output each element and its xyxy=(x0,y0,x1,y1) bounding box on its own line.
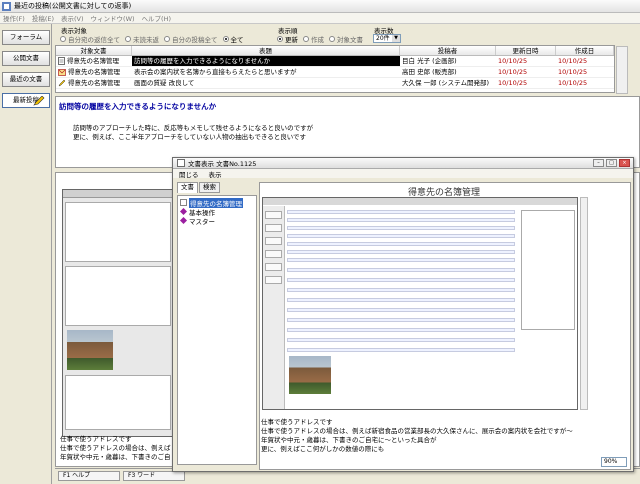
lower-text-line: 仕事で使うアドレスの場合は、例えば xyxy=(60,444,171,452)
row-title-cell: 表示会の案内状を名簿から直接もらえたらと思いますが xyxy=(134,68,297,76)
row-title-cell: 訪問等の履歴を入力できるようになりませんか xyxy=(132,56,400,66)
zoom-select[interactable]: 90% xyxy=(601,457,627,467)
col-header-title[interactable]: 表題 xyxy=(132,46,400,55)
target-radio-mine[interactable]: 自分の投稿全て xyxy=(164,34,218,44)
diamond-icon xyxy=(180,208,187,215)
menu-window[interactable]: ウィンドウ(W) xyxy=(91,13,135,23)
order-radio-created[interactable]: 作成 xyxy=(303,34,324,44)
table-scrollbar[interactable] xyxy=(616,46,628,94)
menu-help[interactable]: ヘルプ(H) xyxy=(142,13,171,23)
post-body-line: 更に、例えば、ここ半年アプローチをしていない人物の抽出もできると良いです xyxy=(73,133,307,141)
f3-word-button[interactable]: F3 ワード xyxy=(123,470,185,481)
order-radio-target-doc[interactable]: 対象文書 xyxy=(329,34,363,44)
title-bar: 最近の投稿(公開文書に対しての返事) xyxy=(0,0,640,13)
nav-forum-button[interactable]: フォーラム xyxy=(2,30,50,45)
document-viewer-dialog: 文書表示 文書No.1125 – □ × 開じる 表示 文書 検索 得意先の名簿… xyxy=(172,157,634,472)
document-text-line: 更に、例えばここ何がしかの数値の際にも xyxy=(261,445,385,453)
pencil-icon xyxy=(58,79,66,87)
dialog-window-buttons: – □ × xyxy=(591,159,630,167)
row-doc-cell: 得意先の名簿管理 xyxy=(56,67,132,77)
thumbnail-toolbar xyxy=(63,190,173,198)
app-icon xyxy=(2,1,11,11)
house-photo xyxy=(289,356,331,394)
tree-item-master[interactable]: マスター xyxy=(180,216,254,226)
document-text-line: 仕事で使うアドレスの場合は、例えば新宿食品の営業部長の大久保さんに、展示会の案内… xyxy=(261,427,573,435)
row-created-cell: 10/10/25 xyxy=(558,57,588,65)
close-icon[interactable]: × xyxy=(619,159,630,167)
tab-search[interactable]: 検索 xyxy=(199,182,220,193)
nav-recent-docs-button[interactable]: 最近の文書 xyxy=(2,72,50,87)
page-icon xyxy=(180,199,187,206)
left-nav: フォーラム 公開文書 最近の文書 最新投稿 xyxy=(0,24,52,484)
lower-text-line: 年賀状や中元・歳暮は、下書きのご自 xyxy=(60,453,171,461)
table-header: 対象文書 表題 投稿者 更新日時 作成日 xyxy=(56,46,614,56)
document-thumbnail xyxy=(62,189,174,437)
target-radio-all[interactable]: 全て xyxy=(222,34,244,44)
document-tree: 得意先の名簿管理 基本操作 マスター xyxy=(177,195,257,465)
menu-post[interactable]: 投稿(E) xyxy=(32,13,54,23)
minimize-icon[interactable]: – xyxy=(593,159,604,167)
document-icon xyxy=(177,159,185,167)
document-screenshot xyxy=(262,197,578,410)
col-header-created[interactable]: 作成日 xyxy=(556,46,614,55)
dialog-menu-view[interactable]: 表示 xyxy=(209,169,222,179)
row-created-cell: 10/10/25 xyxy=(558,68,588,76)
nav-public-docs-button[interactable]: 公開文書 xyxy=(2,51,50,66)
dialog-title: 文書表示 文書No.1125 xyxy=(188,160,257,168)
row-author-cell: 目白 光子 (企画部) xyxy=(402,57,457,65)
col-header-updated[interactable]: 更新日時 xyxy=(496,46,556,55)
col-header-author[interactable]: 投稿者 xyxy=(400,46,496,55)
target-radio-unread[interactable]: 未読未返 xyxy=(125,34,159,44)
row-created-cell: 10/10/25 xyxy=(558,79,588,87)
table-row[interactable]: 得意先の名簿管理 表示会の案内状を名簿から直接もらえたらと思いますが 高田 史郎… xyxy=(56,67,614,78)
row-author-cell: 大久保 一郎 (システム開発部) xyxy=(402,79,490,87)
table-row[interactable]: 得意先の名簿管理 訪問等の履歴を入力できるようになりませんか 目白 光子 (企画… xyxy=(56,56,614,67)
row-title-cell: 画面の質疑 改良して xyxy=(134,79,195,87)
col-header-doc[interactable]: 対象文書 xyxy=(56,46,132,55)
nav-latest-posts-button[interactable]: 最新投稿 xyxy=(2,93,50,108)
window-title: 最近の投稿(公開文書に対しての返事) xyxy=(14,2,132,10)
thumbnail-form xyxy=(65,375,171,430)
side-panel xyxy=(521,210,575,330)
thumbnail-form xyxy=(65,266,171,326)
mail-icon xyxy=(58,68,66,76)
document-scrollbar[interactable] xyxy=(580,197,588,410)
row-doc-cell: 得意先の名簿管理 xyxy=(56,78,132,88)
row-updated-cell: 10/10/25 xyxy=(498,79,528,87)
maximize-icon[interactable]: □ xyxy=(606,159,617,167)
document-text-line: 仕事で使うアドレスです xyxy=(261,418,333,426)
row-author-cell: 高田 史郎 (販売部) xyxy=(402,68,457,76)
dialog-title-bar: 文書表示 文書No.1125 – □ × xyxy=(173,158,633,169)
post-body: 訪問等のアプローチした時に、反応等もメモして残せるようになると良いのですが 更に… xyxy=(73,124,636,142)
house-photo xyxy=(67,330,113,370)
post-body-line: 訪問等のアプローチした時に、反応等もメモして残せるようになると良いのですが xyxy=(73,124,314,132)
lower-text: 仕事で使うアドレスです 仕事で使うアドレスの場合は、例えば 年賀状や中元・歳暮は… xyxy=(60,435,171,462)
order-radio-updated[interactable]: 更新 xyxy=(277,34,298,44)
tab-document[interactable]: 文書 xyxy=(177,182,198,193)
table-row[interactable]: 得意先の名簿管理 画面の質疑 改良して 大久保 一郎 (システム開発部) 10/… xyxy=(56,78,614,89)
posts-table: 対象文書 表題 投稿者 更新日時 作成日 得意先の名簿管理 訪問等の履歴を入力で… xyxy=(55,45,628,94)
row-updated-cell: 10/10/25 xyxy=(498,68,528,76)
target-radio-replies[interactable]: 自分宛の返信全て xyxy=(60,34,120,44)
menu-operate[interactable]: 操作(F) xyxy=(3,13,25,23)
document-icon xyxy=(58,57,65,65)
pencil-icon xyxy=(33,96,45,106)
main-window: 最近の投稿(公開文書に対しての返事) 操作(F) 投稿(E) 表示(V) ウィン… xyxy=(0,0,640,484)
dialog-tabs: 文書 検索 xyxy=(177,182,257,194)
filter-bar: 表示対象 自分宛の返信全て 未読未返 自分の投稿全て 全て 表示順 更新 作成 … xyxy=(55,24,640,44)
count-select[interactable]: 20件 xyxy=(373,34,401,43)
document-text: 仕事で使うアドレスです 仕事で使うアドレスの場合は、例えば新宿食品の営業部長の大… xyxy=(259,418,629,454)
menu-bar: 操作(F) 投稿(E) 表示(V) ウィンドウ(W) ヘルプ(H) xyxy=(0,13,640,24)
post-subject: 訪問等の履歴を入力できるようになりませんか xyxy=(59,102,217,111)
f1-help-button[interactable]: F1 ヘルプ xyxy=(58,470,120,481)
menu-view[interactable]: 表示(V) xyxy=(61,13,84,23)
lower-text-line: 仕事で使うアドレスです xyxy=(60,435,132,443)
thumbnail-form xyxy=(65,202,171,262)
row-updated-cell: 10/10/25 xyxy=(498,57,528,65)
diamond-icon xyxy=(180,217,187,224)
dialog-menu-bar: 開じる 表示 xyxy=(173,169,633,179)
row-doc-cell: 得意先の名簿管理 xyxy=(56,56,132,66)
dialog-menu-close[interactable]: 開じる xyxy=(179,169,199,179)
document-text-line: 年賀状や中元・歳暮は、下書きのご自宅に～といった具合が xyxy=(261,436,437,444)
